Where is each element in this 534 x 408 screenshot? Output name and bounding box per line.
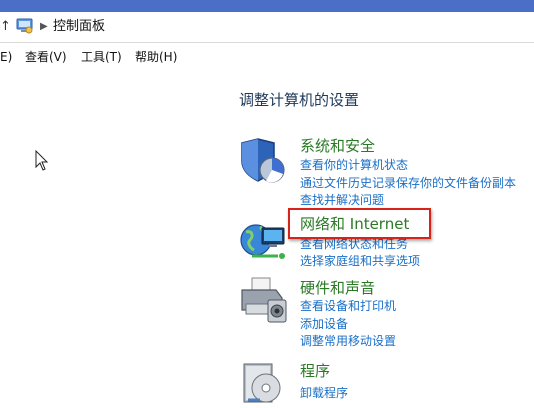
menu-view[interactable]: 查看(V) — [25, 49, 67, 65]
link-file-history-backup[interactable]: 通过文件历史记录保存你的文件备份副本 — [300, 175, 516, 191]
highlight-box — [288, 208, 431, 239]
programs-icon[interactable] — [240, 360, 286, 406]
network-globe-icon[interactable] — [238, 218, 290, 264]
page-heading: 调整计算机的设置 — [239, 91, 360, 109]
address-bar: ↑ ▶ 控制面板 — [0, 12, 534, 43]
link-devices-printers[interactable]: 查看设备和打印机 — [300, 298, 396, 314]
link-add-device[interactable]: 添加设备 — [300, 316, 348, 332]
link-homegroup-sharing[interactable]: 选择家庭组和共享选项 — [300, 253, 420, 269]
menu-help[interactable]: 帮助(H) — [135, 49, 177, 65]
menu-edit[interactable]: E) — [0, 49, 12, 65]
control-panel-icon — [16, 18, 33, 34]
link-troubleshoot[interactable]: 查找并解决问题 — [300, 192, 384, 208]
category-title-system-security[interactable]: 系统和安全 — [300, 137, 375, 155]
printer-icon[interactable] — [238, 276, 290, 324]
category-title-hardware-sound[interactable]: 硬件和声音 — [300, 279, 375, 297]
shield-icon[interactable] — [238, 137, 288, 185]
link-uninstall-program[interactable]: 卸载程序 — [300, 385, 348, 401]
up-arrow-icon[interactable]: ↑ — [0, 19, 11, 35]
address-location[interactable]: 控制面板 — [53, 18, 105, 36]
menu-bar: E) 查看(V) 工具(T) 帮助(H) — [0, 43, 534, 71]
link-check-computer-status[interactable]: 查看你的计算机状态 — [300, 157, 408, 173]
link-mobility-settings[interactable]: 调整常用移动设置 — [300, 333, 396, 349]
window-title-bar — [0, 0, 534, 12]
menu-tools[interactable]: 工具(T) — [81, 49, 122, 65]
mouse-cursor-icon — [35, 150, 49, 171]
chevron-right-icon[interactable]: ▶ — [40, 19, 48, 35]
category-title-programs[interactable]: 程序 — [300, 362, 330, 380]
